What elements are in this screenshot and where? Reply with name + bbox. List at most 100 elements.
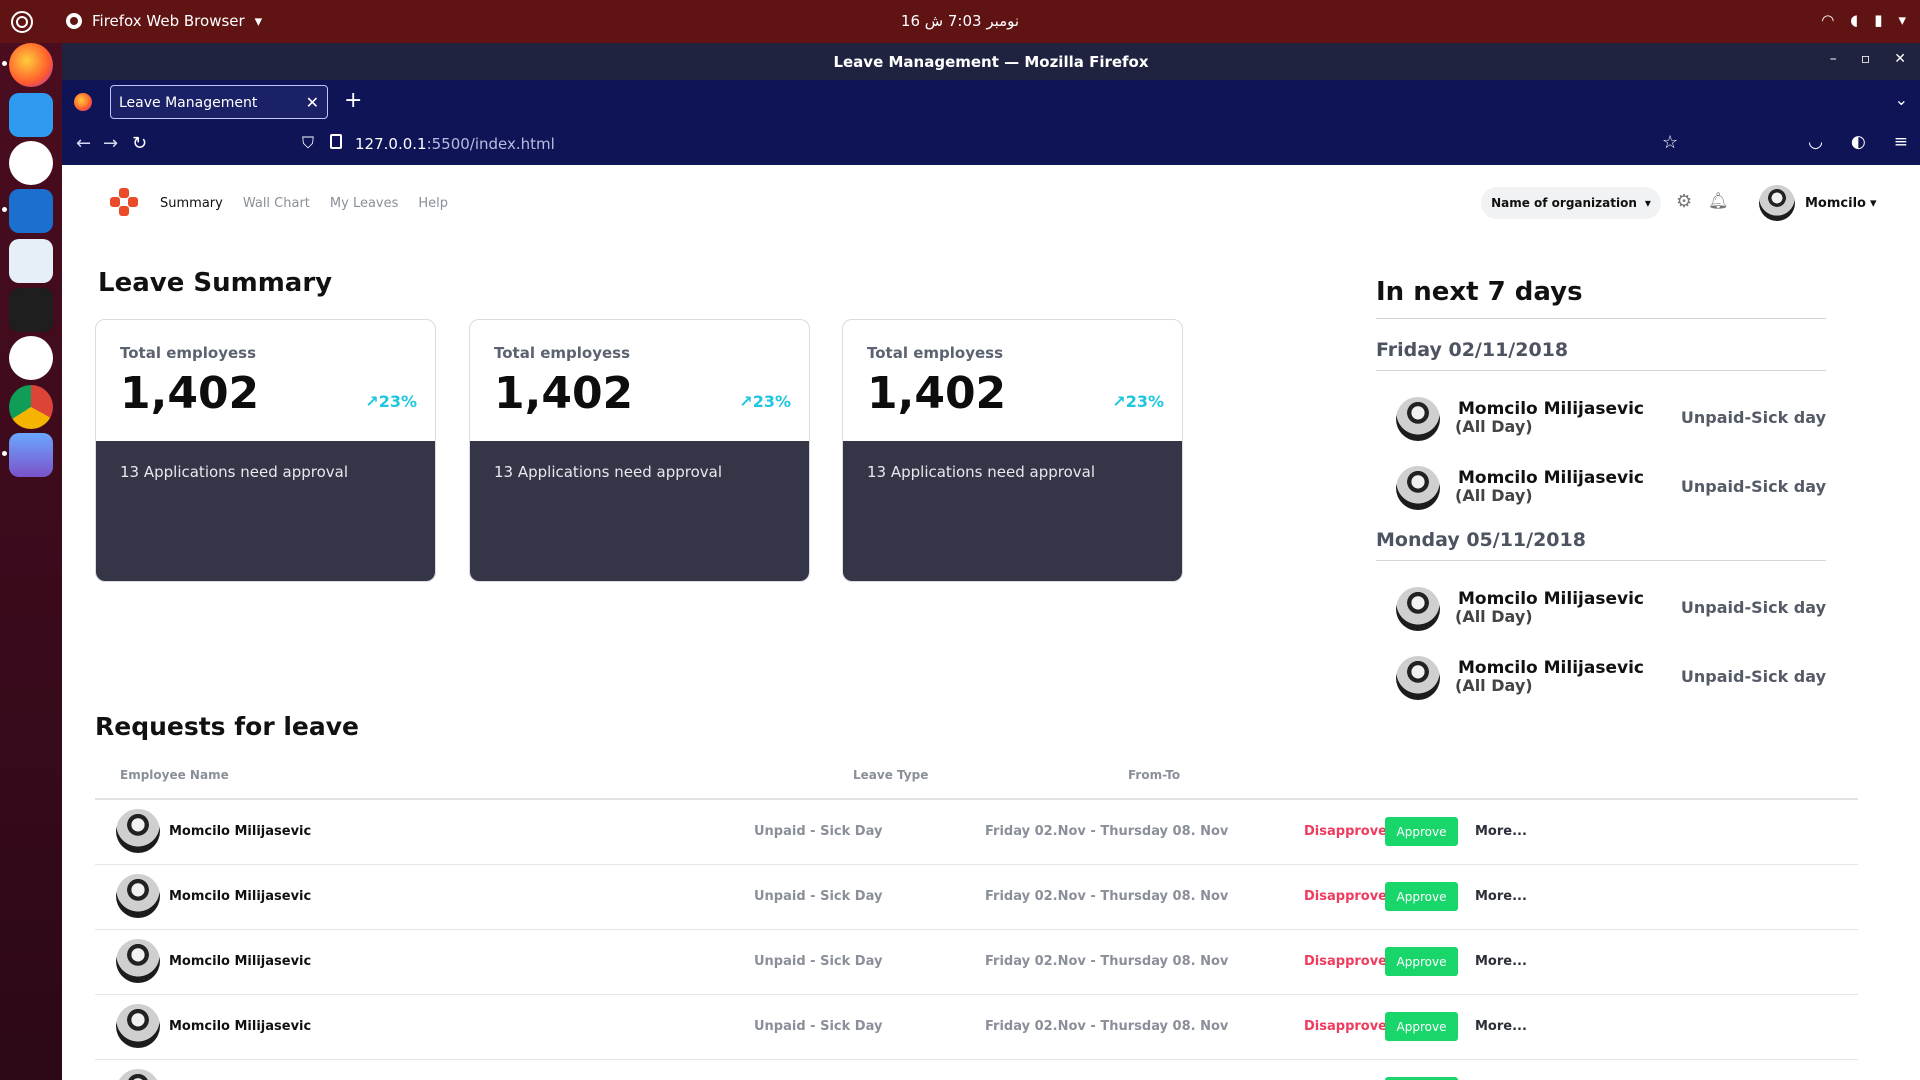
nav-bar: ← → ↻ ⛉ 127.0.0.1:5500/index.html ☆ ◡ ◐ … bbox=[62, 123, 1920, 165]
app-logo-icon[interactable] bbox=[110, 188, 138, 216]
software-updater-icon[interactable] bbox=[9, 239, 53, 283]
app-center-icon[interactable] bbox=[9, 336, 53, 380]
back-icon[interactable]: ← bbox=[76, 133, 91, 154]
system-tray[interactable]: ◠ ◖ ▮ ▾ bbox=[1821, 11, 1906, 29]
column-header-leave-type[interactable]: Leave Type bbox=[853, 768, 928, 782]
firefox-icon[interactable] bbox=[9, 43, 53, 87]
battery-icon: ▮ bbox=[1874, 11, 1883, 29]
figma-icon[interactable] bbox=[9, 288, 53, 332]
new-tab-button[interactable]: + bbox=[344, 88, 362, 113]
running-indicator bbox=[2, 451, 7, 456]
card-value: 1,402 bbox=[494, 368, 634, 419]
divider bbox=[1376, 560, 1826, 561]
row-employee-name: Momcilo Milijasevic bbox=[169, 889, 312, 904]
page-info-icon[interactable] bbox=[330, 134, 342, 149]
row-leave-type: Unpaid - Sick Day bbox=[754, 824, 883, 839]
maximize-icon[interactable]: ▫ bbox=[1861, 51, 1871, 67]
avatar bbox=[1396, 466, 1440, 510]
bell-icon[interactable]: 🔔︎ bbox=[1708, 191, 1728, 210]
upcoming-leave-entry[interactable]: Momcilo Milijasevic (All Day) Unpaid-Sic… bbox=[1396, 466, 1826, 512]
approve-button[interactable]: Approve bbox=[1385, 947, 1458, 976]
approve-button[interactable]: Approve bbox=[1385, 817, 1458, 846]
nav-my-leaves[interactable]: My Leaves bbox=[330, 196, 399, 211]
upcoming-leave-entry[interactable]: Momcilo Milijasevic (All Day) Unpaid-Sic… bbox=[1396, 397, 1826, 443]
nav-summary[interactable]: Summary bbox=[160, 196, 223, 211]
row-from-to: Friday 02.Nov - Thursday 08. Nov bbox=[985, 824, 1229, 839]
firefox-view-icon[interactable] bbox=[74, 93, 92, 111]
disapprove-button[interactable]: Disapprove bbox=[1304, 954, 1387, 969]
disapprove-button[interactable]: Disapprove bbox=[1304, 889, 1387, 904]
list-tabs-icon[interactable]: ⌄ bbox=[1895, 90, 1908, 109]
clock[interactable]: 16 نومبر 7:03 ش bbox=[0, 12, 1920, 30]
avatar bbox=[116, 809, 160, 853]
avatar bbox=[1759, 185, 1795, 221]
row-leave-type: Unpaid - Sick Day bbox=[754, 889, 883, 904]
card-label: Total employess bbox=[494, 344, 630, 362]
row-from-to: Friday 02.Nov - Thursday 08. Nov bbox=[985, 889, 1229, 904]
chevron-down-icon: ▾ bbox=[1898, 11, 1906, 29]
nav-help[interactable]: Help bbox=[418, 196, 448, 211]
card-applications: 13 Applications need approval bbox=[120, 463, 348, 481]
extensions-icon[interactable]: ◐ bbox=[1851, 132, 1866, 152]
more-link[interactable]: More... bbox=[1475, 889, 1527, 904]
more-link[interactable]: More... bbox=[1475, 954, 1527, 969]
menu-icon[interactable]: ≡ bbox=[1894, 132, 1908, 152]
upcoming-leave-entry[interactable]: Momcilo Milijasevic (All Day) Unpaid-Sic… bbox=[1396, 587, 1826, 633]
user-menu[interactable]: Momcilo ▾ bbox=[1759, 185, 1877, 221]
avatar bbox=[1396, 397, 1440, 441]
url-path: :5500/index.html bbox=[426, 135, 555, 153]
os-topbar: Firefox Web Browser ▾ 16 نومبر 7:03 ش ◠ … bbox=[0, 0, 1920, 43]
entry-duration: (All Day) bbox=[1455, 417, 1533, 436]
minimize-icon[interactable]: – bbox=[1830, 51, 1837, 67]
wifi-icon: ◠ bbox=[1821, 11, 1835, 29]
disapprove-button[interactable]: Disapprove bbox=[1304, 824, 1387, 839]
upcoming-leave-entry[interactable]: Momcilo Milijasevic (All Day) Unpaid-Sic… bbox=[1396, 656, 1826, 702]
column-header-from-to[interactable]: From-To bbox=[1128, 768, 1180, 782]
avatar bbox=[116, 1004, 160, 1048]
requests-title: Requests for leave bbox=[95, 712, 360, 741]
pocket-icon[interactable]: ◡ bbox=[1808, 132, 1823, 152]
close-icon[interactable]: ✕ bbox=[1894, 51, 1906, 67]
avatar bbox=[116, 874, 160, 918]
card-applications: 13 Applications need approval bbox=[867, 463, 1095, 481]
row-from-to: Friday 02.Nov - Thursday 08. Nov bbox=[985, 954, 1229, 969]
shield-icon[interactable]: ⛉ bbox=[302, 133, 314, 153]
approve-button[interactable]: Approve bbox=[1385, 882, 1458, 911]
nav-wall-chart[interactable]: Wall Chart bbox=[243, 196, 310, 211]
page-content: Summary Wall Chart My Leaves Help Name o… bbox=[62, 165, 1920, 1080]
avatar bbox=[116, 939, 160, 983]
tab-leave-management[interactable]: Leave Management ✕ bbox=[110, 85, 328, 119]
close-tab-icon[interactable]: ✕ bbox=[306, 93, 319, 112]
organization-select[interactable]: Name of organization ▾ bbox=[1481, 187, 1661, 219]
running-indicator bbox=[2, 61, 7, 66]
card-trend-value: 23% bbox=[378, 392, 417, 411]
vscode-icon[interactable] bbox=[9, 189, 53, 233]
more-link[interactable]: More... bbox=[1475, 1019, 1527, 1034]
row-leave-type: Unpaid - Sick Day bbox=[754, 1019, 883, 1034]
entry-duration: (All Day) bbox=[1455, 486, 1533, 505]
url-host: 127.0.0.1 bbox=[355, 135, 427, 153]
entry-name: Momcilo Milijasevic bbox=[1458, 399, 1644, 419]
reload-icon[interactable]: ↻ bbox=[132, 133, 147, 154]
forward-icon[interactable]: → bbox=[103, 133, 118, 154]
card-value: 1,402 bbox=[120, 368, 260, 419]
bookmark-star-icon[interactable]: ☆ bbox=[1662, 132, 1678, 153]
chrome-icon[interactable] bbox=[9, 385, 53, 429]
table-row: Momcilo Milijasevic Unpaid - Sick Day Fr… bbox=[95, 865, 1858, 930]
approve-button[interactable]: Approve bbox=[1385, 1012, 1458, 1041]
summary-card[interactable]: Total employess 1,402 ↗23% 13 Applicatio… bbox=[469, 319, 810, 582]
avatar bbox=[1396, 656, 1440, 700]
url-bar[interactable]: 127.0.0.1:5500/index.html bbox=[355, 135, 555, 153]
disapprove-button[interactable]: Disapprove bbox=[1304, 1019, 1387, 1034]
slack-icon[interactable] bbox=[9, 141, 53, 185]
window-title: Leave Management — Mozilla Firefox bbox=[833, 53, 1149, 71]
more-link[interactable]: More... bbox=[1475, 824, 1527, 839]
summary-card[interactable]: Total employess 1,402 ↗23% 13 Applicatio… bbox=[842, 319, 1183, 582]
summary-card[interactable]: Total employess 1,402 ↗23% 13 Applicatio… bbox=[95, 319, 436, 582]
gear-icon[interactable]: ⚙ bbox=[1676, 191, 1692, 212]
column-header-employee[interactable]: Employee Name bbox=[120, 768, 229, 782]
files-icon[interactable] bbox=[9, 93, 53, 137]
screenshot-app-icon[interactable] bbox=[9, 433, 53, 477]
entry-type: Unpaid-Sick day bbox=[1680, 598, 1826, 617]
entry-duration: (All Day) bbox=[1455, 676, 1533, 695]
